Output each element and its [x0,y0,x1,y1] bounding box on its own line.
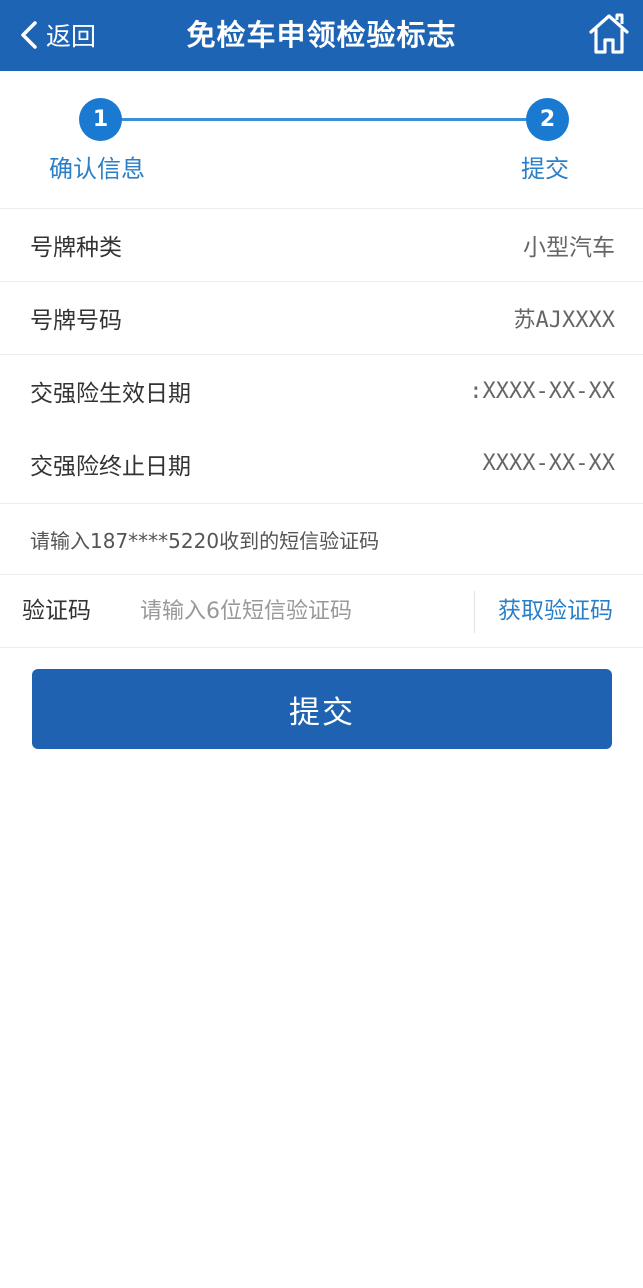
home-button[interactable] [587,10,631,58]
back-button[interactable]: 返回 [18,14,96,56]
back-label: 返回 [46,22,97,51]
verification-code-row: 验证码 获取验证码 [0,575,643,648]
page-title: 免检车申领检验标志 [186,18,457,52]
insurance-end-label: 交强险终止日期 [30,453,191,480]
submit-button[interactable]: 提交 [32,669,612,749]
progress-steps: 1 确认信息 2 提交 [0,71,643,208]
divider [474,591,475,633]
header-bar: 返回 免检车申领检验标志 [0,0,643,71]
insurance-start-label: 交强险生效日期 [30,381,191,407]
insurance-end-value: XXXX-XX-XX [482,451,615,476]
get-code-button[interactable]: 获取验证码 [498,575,613,648]
insurance-start-value: :XXXX-XX-XX [469,378,615,404]
plate-type-row: 号牌种类 小型汽车 [0,208,643,281]
sms-tip: 请输入187****5220收到的短信验证码 [0,503,643,575]
plate-number-value: 苏AJXXXX [513,308,615,333]
vehicle-info-list: 号牌种类 小型汽车 号牌号码 苏AJXXXX 交强险生效日期 :XXXX-XX-… [0,208,643,500]
verification-code-label: 验证码 [22,598,91,624]
step-2-label: 提交 [521,155,569,183]
plate-number-label: 号牌号码 [30,308,122,334]
insurance-end-row: 交强险终止日期 XXXX-XX-XX [0,427,643,500]
step-1-circle: 1 [79,98,122,141]
verification-code-input[interactable] [140,589,460,633]
step-connector [100,118,546,121]
plate-number-row: 号牌号码 苏AJXXXX [0,281,643,354]
plate-type-value: 小型汽车 [523,235,615,261]
step-1-label: 确认信息 [49,155,145,183]
insurance-start-row: 交强险生效日期 :XXXX-XX-XX [0,354,643,427]
plate-type-label: 号牌种类 [30,235,122,261]
chevron-left-icon [21,21,37,49]
home-icon [589,13,629,54]
step-2-circle: 2 [526,98,569,141]
